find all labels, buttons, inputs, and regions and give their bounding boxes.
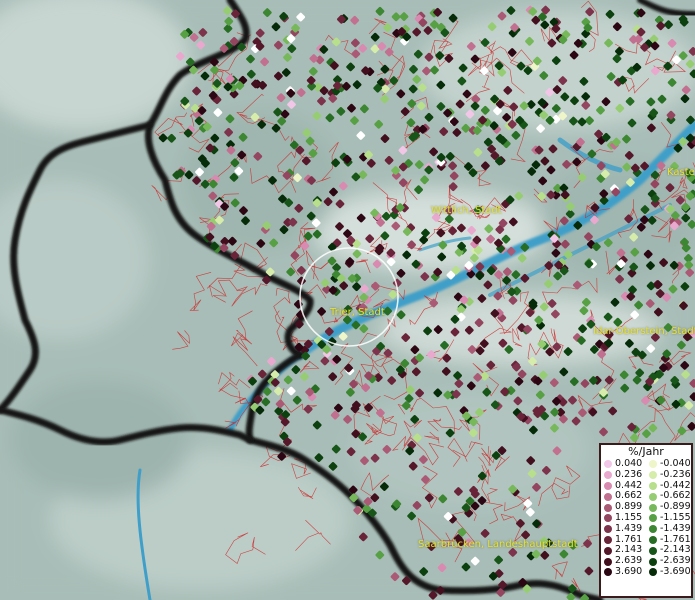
legend: %/Jahr 0.040 -0.040 0.236 -0.236 0.442 -0.442… xyxy=(599,443,693,598)
legend-entry-positive: 1.439 xyxy=(601,522,646,535)
city-label-idar-oberstein: Idar-Oberstein, Stadt xyxy=(593,326,695,337)
legend-swatch xyxy=(649,568,657,577)
legend-value: 0.236 xyxy=(615,468,643,480)
legend-swatch xyxy=(604,514,612,523)
legend-swatch xyxy=(649,492,657,501)
legend-swatch xyxy=(604,546,612,555)
legend-value: -0.236 xyxy=(660,468,691,480)
legend-swatch xyxy=(604,460,612,469)
legend-entry-positive: 3.690 xyxy=(601,565,646,578)
legend-swatch xyxy=(604,557,612,566)
legend-swatch xyxy=(649,503,657,512)
map-canvas[interactable] xyxy=(0,0,695,600)
legend-rows: 0.040 -0.040 0.236 -0.236 0.442 -0.442 0.662 -0… xyxy=(601,458,691,578)
legend-value: -1.439 xyxy=(660,522,691,534)
legend-swatch xyxy=(604,471,612,480)
legend-entry-negative: -0.236 xyxy=(646,468,691,481)
legend-swatch xyxy=(649,471,657,480)
legend-swatch xyxy=(649,546,657,555)
legend-swatch xyxy=(604,525,612,534)
legend-entry-negative: -3.690 xyxy=(646,565,691,578)
legend-value: 1.439 xyxy=(615,522,643,534)
legend-row: 0.236 -0.236 xyxy=(601,468,691,481)
city-label-saarbruecken: Saarbrücken, Landeshauptstadt xyxy=(418,539,578,550)
legend-swatch xyxy=(604,568,612,577)
legend-swatch xyxy=(649,557,657,566)
legend-value: 3.690 xyxy=(615,565,643,577)
legend-entry-positive: 0.236 xyxy=(601,468,646,481)
legend-value: -3.690 xyxy=(660,565,691,577)
legend-swatch xyxy=(649,514,657,523)
legend-swatch xyxy=(649,525,657,534)
legend-swatch xyxy=(649,460,657,469)
legend-swatch xyxy=(604,492,612,501)
legend-swatch xyxy=(604,503,612,512)
legend-swatch xyxy=(604,481,612,490)
city-label-trier: Trier, Stadt xyxy=(330,307,385,318)
legend-swatch xyxy=(649,481,657,490)
legend-title: %/Jahr xyxy=(628,445,664,458)
legend-swatch xyxy=(649,535,657,544)
city-label-wittlich: Wittlich, Stadt xyxy=(431,205,502,216)
legend-swatch xyxy=(604,535,612,544)
map-view[interactable]: Wittlich, Stadt Trier, Stadt Idar-Oberst… xyxy=(0,0,695,600)
legend-row: 3.690 -3.690 xyxy=(601,565,691,578)
legend-row: 1.439 -1.439 xyxy=(601,522,691,535)
legend-entry-negative: -1.439 xyxy=(646,522,691,535)
city-label-kaste: Kaste xyxy=(667,167,695,178)
